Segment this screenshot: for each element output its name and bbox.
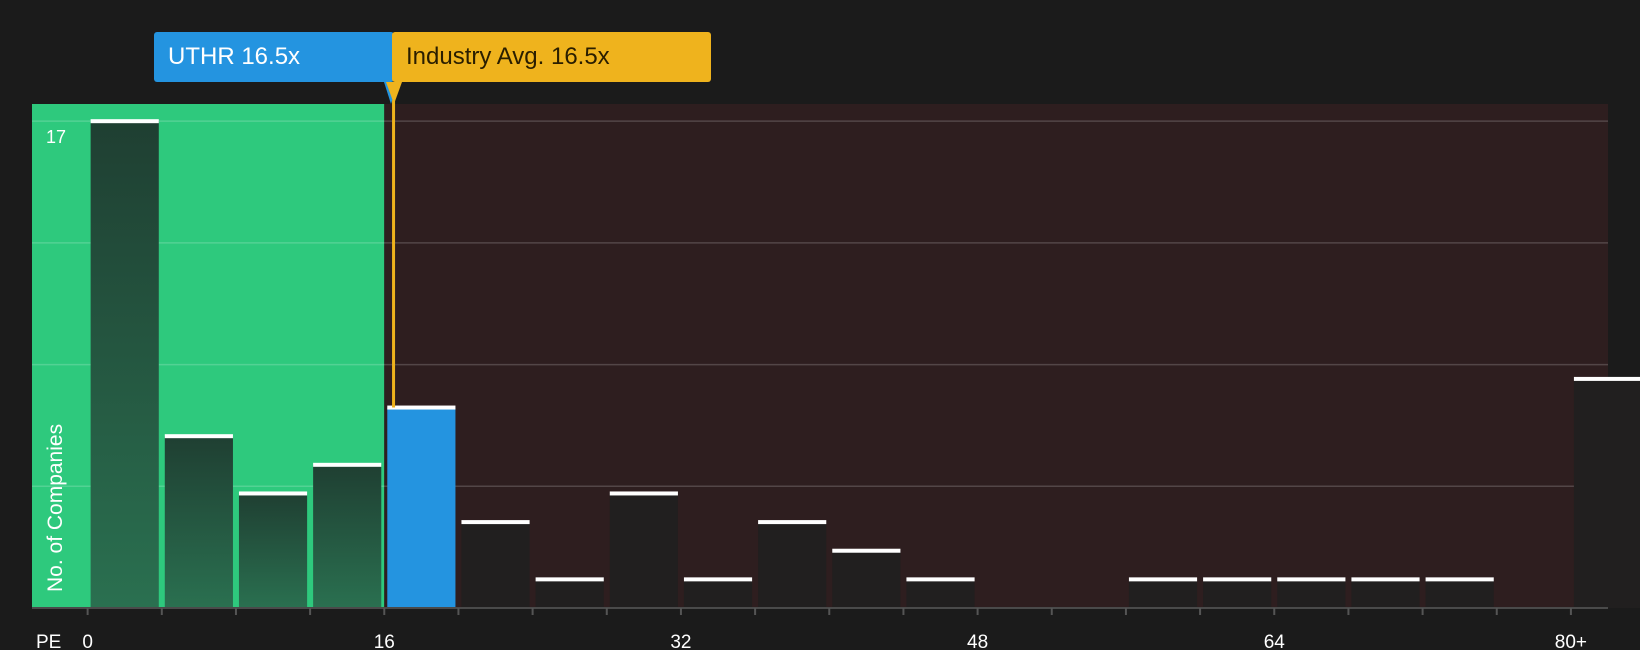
industry-avg-pointer [386, 82, 402, 104]
x-axis-label: PE [36, 632, 61, 650]
x-tick-label: 32 [670, 632, 691, 650]
histogram-bar [1128, 579, 1198, 608]
y-axis-label: No. of Companies [44, 424, 67, 592]
histogram-bar [683, 579, 753, 608]
histogram-bar-cap [1203, 577, 1272, 582]
histogram-bar-cap [535, 577, 604, 582]
histogram-bar [758, 522, 827, 608]
histogram-bar [313, 464, 382, 608]
histogram-bar [461, 522, 530, 608]
histogram-bar [164, 436, 233, 608]
histogram-bar-cap [164, 434, 233, 439]
histogram-bar [1573, 378, 1640, 608]
histogram-bar-cap [90, 119, 159, 124]
histogram-bar [1351, 579, 1420, 608]
histogram-bar [1203, 579, 1272, 608]
histogram-bar-cap [1573, 376, 1640, 381]
overvalued-region [384, 104, 1608, 608]
x-tick-label: 80+ [1555, 632, 1587, 650]
histogram-bar [90, 121, 159, 608]
histogram-bar [238, 493, 308, 608]
histogram-bar-cap [683, 577, 753, 582]
x-tick-label: 0 [82, 632, 93, 650]
histogram-bar-cap [906, 577, 975, 582]
histogram-bar [609, 493, 678, 608]
histogram-bar [387, 407, 456, 608]
pe-distribution-chart: 0 16 32 48 64 80+ PE 17 No. of Companies [32, 98, 1640, 650]
histogram-bar-cap [1351, 577, 1420, 582]
histogram-bar-cap [1425, 577, 1494, 582]
histogram-bar-cap [238, 491, 308, 496]
histogram-bar-cap [758, 520, 827, 525]
y-max-label: 17 [46, 127, 66, 147]
x-tick-label: 16 [374, 632, 395, 650]
histogram-bar [906, 579, 975, 608]
histogram-bar-cap [1128, 577, 1198, 582]
x-tick-label: 64 [1264, 632, 1286, 650]
histogram-bar-cap [387, 405, 456, 410]
histogram-bar [1277, 579, 1346, 608]
histogram-bar-cap [1277, 577, 1346, 582]
histogram-bar [535, 579, 604, 608]
histogram-bar-cap [832, 548, 901, 553]
histogram-bar-cap [609, 491, 678, 496]
histogram-bar-cap [313, 462, 382, 467]
histogram-bar [832, 550, 901, 608]
histogram-bar [1425, 579, 1494, 608]
histogram-bar-cap [461, 520, 530, 525]
company-pe-label: UTHR 16.5x [154, 32, 394, 82]
industry-avg-label: Industry Avg. 16.5x [392, 32, 711, 82]
x-tick-label: 48 [967, 632, 988, 650]
